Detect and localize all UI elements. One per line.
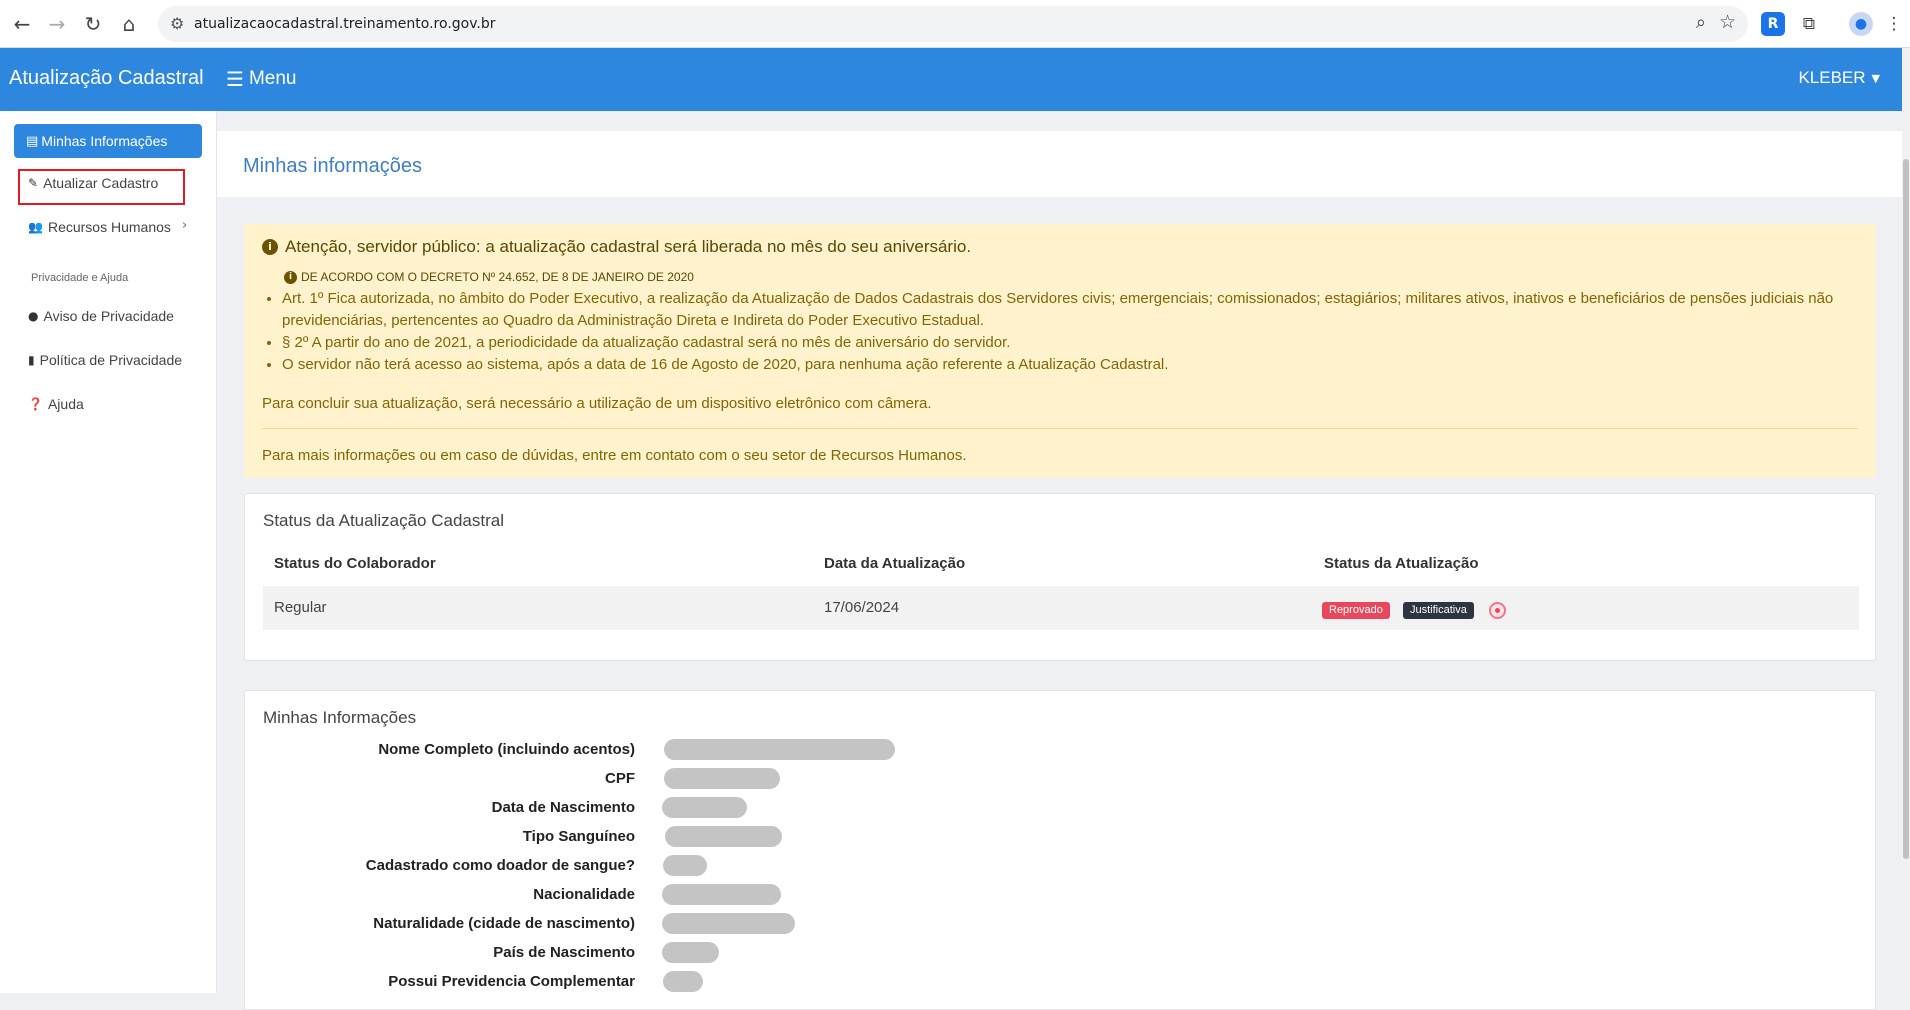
address-bar[interactable]: ⚙ atualizacaocadastral.treinamento.ro.go… bbox=[158, 6, 1748, 42]
browser-toolbar: ← → ↻ ⌂ ⚙ atualizacaocadastral.treinamen… bbox=[0, 0, 1910, 48]
question-circle-icon: ❓ bbox=[28, 397, 43, 411]
forward-icon[interactable]: → bbox=[45, 12, 69, 36]
redacted-value bbox=[662, 942, 719, 963]
field-label: Tipo Sanguíneo bbox=[522, 828, 635, 845]
user-edit-icon: ✎ bbox=[28, 176, 39, 190]
profile-icon[interactable]: ● bbox=[1849, 12, 1873, 36]
justificativa-button[interactable]: Justificativa bbox=[1403, 602, 1474, 619]
sidebar-section-title: Privacidade e Ajuda bbox=[31, 272, 129, 284]
alert-paragraph-contact: Para mais informações ou em caso de dúvi… bbox=[262, 447, 967, 464]
kebab-menu-icon[interactable]: ⋮ bbox=[1882, 12, 1906, 36]
info-circle-icon: i bbox=[262, 239, 278, 255]
column-header: Status do Colaborador bbox=[274, 555, 436, 572]
sidebar-item-label: Ajuda bbox=[47, 396, 84, 412]
page-title-bar: Minhas informações bbox=[217, 131, 1902, 197]
puzzle-icon[interactable]: ⧉ bbox=[1797, 12, 1821, 36]
sidebar-item-recursos-humanos[interactable]: 👥 Recursos Humanos bbox=[28, 219, 171, 235]
hamburger-icon: ☰ bbox=[226, 67, 244, 91]
info-circle-icon: i bbox=[284, 270, 297, 284]
record-dot-icon[interactable] bbox=[1489, 602, 1506, 619]
alert-decree-text: DE ACORDO COM O DECRETO Nº 24.652, DE 8 … bbox=[301, 270, 694, 284]
warning-alert: i Atenção, servidor público: a atualizaç… bbox=[244, 224, 1876, 478]
extension-icon[interactable]: R bbox=[1761, 12, 1785, 36]
sidebar: ▤ Minhas Informações ✎ Atualizar Cadastr… bbox=[0, 111, 217, 993]
sidebar-item-atualizar-cadastro[interactable]: ✎ Atualizar Cadastro bbox=[28, 175, 158, 191]
bookmark-star-icon[interactable]: ☆ bbox=[1719, 11, 1736, 33]
alert-decree: i DE ACORDO COM O DECRETO Nº 24.652, DE … bbox=[284, 270, 694, 284]
sidebar-item-label: Atualizar Cadastro bbox=[43, 175, 159, 191]
alert-divider bbox=[262, 428, 1858, 429]
table-row bbox=[263, 586, 1859, 630]
app-header: Atualização Cadastral ☰ Menu KLEBER ▼ bbox=[0, 48, 1902, 111]
redacted-value bbox=[662, 884, 781, 905]
home-icon[interactable]: ⌂ bbox=[117, 12, 141, 36]
update-date: 17/06/2024 bbox=[824, 599, 900, 616]
scrollbar-thumb[interactable] bbox=[1903, 159, 1909, 859]
chevron-right-icon[interactable]: › bbox=[182, 218, 187, 233]
field-label: Possui Previdencia Complementar bbox=[388, 973, 635, 990]
field-label: Data de Nascimento bbox=[491, 799, 635, 816]
page-scrollbar[interactable] bbox=[1902, 48, 1910, 993]
redacted-value bbox=[662, 913, 795, 934]
field-label: Nome Completo (incluindo acentos) bbox=[378, 741, 635, 758]
field-label: Nacionalidade bbox=[533, 886, 635, 903]
info-circle-icon: ● bbox=[28, 309, 39, 323]
alert-paragraph-camera: Para concluir sua atualização, será nece… bbox=[262, 395, 932, 412]
field-label: País de Nascimento bbox=[493, 944, 635, 961]
document-icon: ▮ bbox=[28, 353, 35, 367]
sidebar-item-minhas-informacoes[interactable]: ▤ Minhas Informações bbox=[14, 124, 202, 158]
brand-title[interactable]: Atualização Cadastral bbox=[9, 67, 204, 90]
status-card: Status da Atualização Cadastral Status d… bbox=[244, 493, 1876, 661]
redacted-value bbox=[662, 797, 747, 818]
field-label: CPF bbox=[605, 770, 635, 787]
list-item: § 2º A partir do ano de 2021, a periodic… bbox=[282, 332, 1854, 354]
info-card-title: Minhas Informações bbox=[263, 708, 417, 727]
field-label: Naturalidade (cidade de nascimento) bbox=[373, 915, 635, 932]
back-icon[interactable]: ← bbox=[10, 12, 34, 36]
redacted-value bbox=[663, 971, 703, 992]
zoom-icon[interactable]: ⌕ bbox=[1696, 12, 1706, 33]
user-name: KLEBER bbox=[1798, 68, 1866, 87]
redacted-value bbox=[663, 855, 707, 876]
users-icon: 👥 bbox=[28, 220, 43, 234]
caret-down-icon: ▼ bbox=[1871, 71, 1880, 85]
menu-label: Menu bbox=[248, 68, 297, 89]
field-label: Cadastrado como doador de sangue? bbox=[365, 857, 635, 874]
status-card-title: Status da Atualização Cadastral bbox=[263, 511, 504, 530]
page-title: Minhas informações bbox=[243, 155, 422, 177]
sidebar-item-aviso-privacidade[interactable]: ● Aviso de Privacidade bbox=[28, 308, 174, 324]
list-item: O servidor não terá acesso ao sistema, a… bbox=[282, 354, 1854, 376]
column-header: Data da Atualização bbox=[824, 555, 966, 572]
id-card-icon: ▤ bbox=[26, 133, 39, 149]
user-menu-button[interactable]: KLEBER ▼ bbox=[1798, 68, 1880, 88]
alert-list: Art. 1º Fica autorizada, no âmbito do Po… bbox=[264, 288, 1854, 376]
redacted-value bbox=[665, 826, 782, 847]
alert-heading-text: Atenção, servidor público: a atualização… bbox=[285, 237, 972, 256]
status-badge-reprovado: Reprovado bbox=[1322, 602, 1390, 619]
menu-toggle-button[interactable]: ☰ Menu bbox=[226, 67, 296, 91]
redacted-value bbox=[664, 768, 780, 789]
sidebar-item-ajuda[interactable]: ❓ Ajuda bbox=[28, 396, 84, 412]
list-item: Art. 1º Fica autorizada, no âmbito do Po… bbox=[282, 288, 1854, 332]
info-card: Minhas Informações Nome Completo (inclui… bbox=[244, 690, 1876, 1010]
url-text[interactable]: atualizacaocadastral.treinamento.ro.gov.… bbox=[194, 16, 496, 32]
column-header: Status da Atualização bbox=[1324, 555, 1479, 572]
sidebar-item-label: Recursos Humanos bbox=[47, 219, 171, 235]
alert-heading: i Atenção, servidor público: a atualizaç… bbox=[262, 237, 971, 257]
sidebar-item-label: Aviso de Privacidade bbox=[43, 308, 174, 324]
sidebar-item-label: Política de Privacidade bbox=[39, 352, 183, 368]
sidebar-item-label: Minhas Informações bbox=[41, 133, 168, 149]
site-info-icon[interactable]: ⚙ bbox=[170, 14, 184, 33]
redacted-value bbox=[664, 739, 895, 760]
sidebar-item-politica-privacidade[interactable]: ▮ Política de Privacidade bbox=[28, 352, 182, 368]
colaborador-status: Regular bbox=[274, 599, 327, 616]
reload-icon[interactable]: ↻ bbox=[81, 12, 105, 36]
